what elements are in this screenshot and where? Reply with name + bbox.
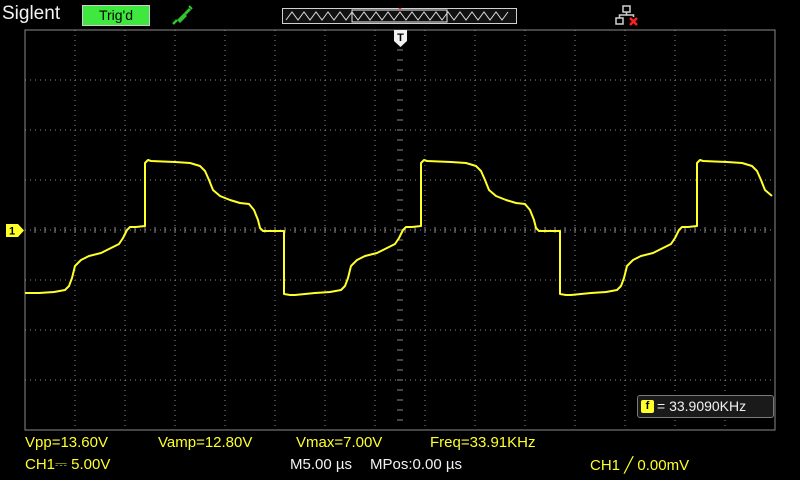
ch1-label: CH1 xyxy=(25,456,56,473)
trigger-setting[interactable]: CH1 ╱ 0.00mV xyxy=(590,456,689,474)
timebase-setting[interactable]: M5.00 µs xyxy=(290,456,352,473)
measure-freq: Freq=33.91KHz xyxy=(430,434,536,451)
oscilloscope-screen: Siglent Trig'd T 1 f = 33.9090KHz Vpp=13… xyxy=(0,0,800,480)
ch1-ground-marker-icon[interactable]: 1 xyxy=(6,224,24,237)
frequency-counter-value: = 33.9090KHz xyxy=(657,398,747,414)
frequency-icon: f xyxy=(641,400,654,413)
measure-vmax: Vmax=7.00V xyxy=(296,434,383,451)
dc-coupling-icon: ⎓ xyxy=(55,456,67,473)
measure-vamp: Vamp=12.80V xyxy=(158,434,253,451)
frequency-counter: f = 33.9090KHz xyxy=(637,395,774,418)
ch1-setting[interactable]: CH1⎓ 5.00V xyxy=(25,456,110,473)
trigger-position-icon[interactable]: T xyxy=(394,30,407,47)
ch1-marker-label: 1 xyxy=(9,226,15,238)
trigger-marker-label: T xyxy=(397,32,404,44)
ch1-scale: 5.00V xyxy=(71,456,111,473)
measure-vpp: Vpp=13.60V xyxy=(25,434,108,451)
horizontal-position[interactable]: MPos:0.00 µs xyxy=(370,456,462,473)
